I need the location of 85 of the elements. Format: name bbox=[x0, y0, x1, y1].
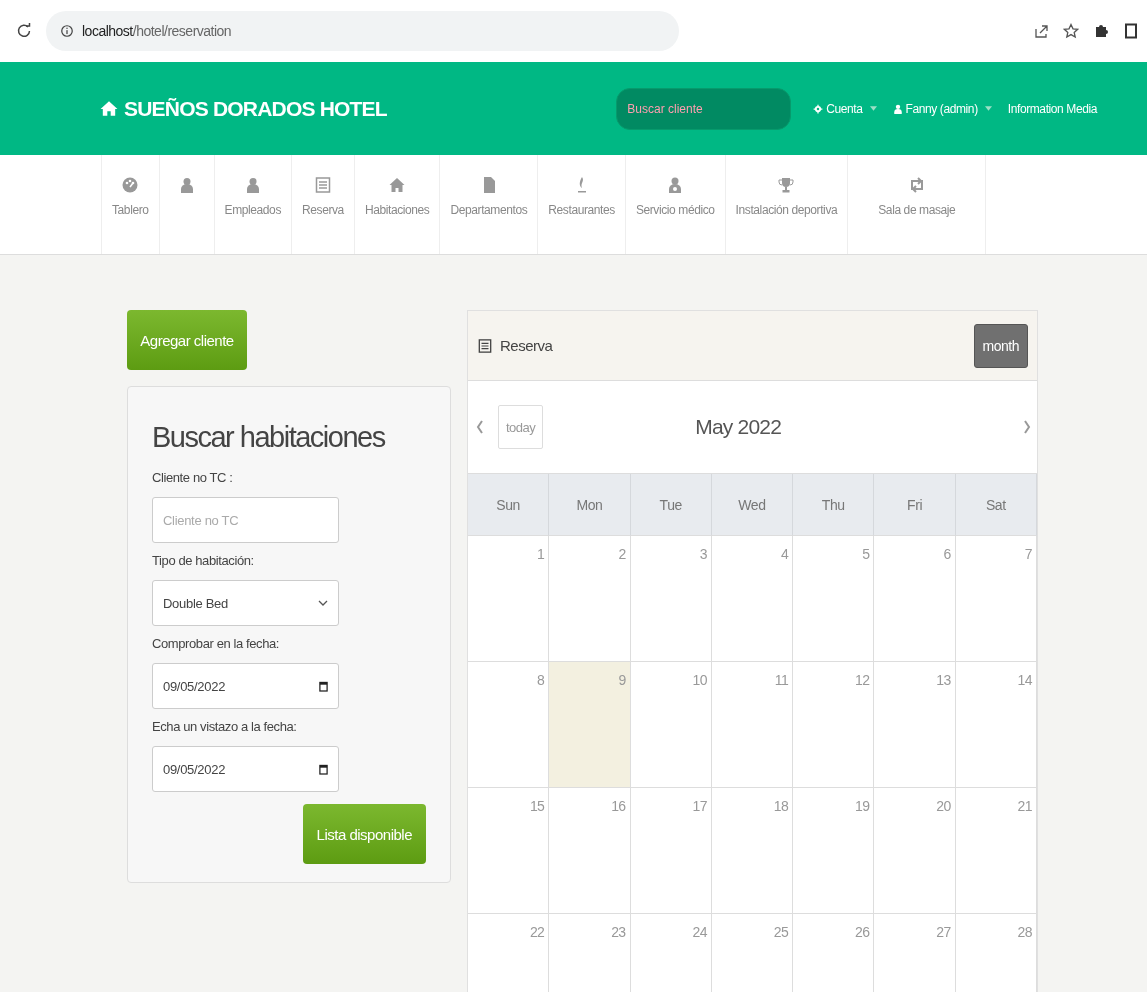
day-cell[interactable]: 16 bbox=[549, 788, 631, 914]
search-field[interactable]: Buscar cliente bbox=[616, 87, 792, 130]
input-field[interactable]: Cliente no TC bbox=[152, 497, 339, 543]
user-icon bbox=[178, 177, 195, 193]
date-field[interactable]: 09/05/2022 bbox=[152, 663, 339, 709]
day-cell[interactable]: 27 bbox=[874, 914, 956, 992]
panel-title: Reserva bbox=[500, 337, 553, 354]
puzzle-icon[interactable] bbox=[1093, 23, 1109, 39]
user-icon bbox=[892, 103, 903, 114]
day-cell[interactable]: 7 bbox=[955, 536, 1037, 662]
home-icon bbox=[389, 177, 406, 193]
header-menu-link[interactable]: Information Media bbox=[1007, 101, 1097, 116]
user-icon bbox=[244, 177, 261, 193]
day-cell[interactable]: 25 bbox=[711, 914, 794, 992]
day-cell[interactable]: 18 bbox=[711, 788, 794, 914]
list-icon bbox=[478, 338, 492, 353]
retweet-icon bbox=[908, 177, 925, 193]
weekday-header: Sat bbox=[955, 474, 1037, 536]
weekday-header: Sun bbox=[468, 474, 550, 536]
day-cell[interactable]: 10 bbox=[630, 662, 712, 788]
day-cell[interactable]: 14 bbox=[955, 662, 1037, 788]
dashboard-icon bbox=[122, 177, 139, 193]
day-cell[interactable]: 24 bbox=[630, 914, 712, 992]
month-title: May 2022 bbox=[694, 415, 783, 439]
date-field[interactable]: 09/05/2022 bbox=[152, 746, 339, 792]
url-text: localhost/hotel/reservation bbox=[82, 23, 232, 39]
day-cell[interactable]: 17 bbox=[630, 788, 712, 914]
nav-item[interactable]: Servicio médico bbox=[624, 155, 725, 254]
day-cell[interactable]: 20 bbox=[874, 788, 956, 914]
submit-button[interactable]: Lista disponible bbox=[302, 804, 426, 864]
chevron-left-icon[interactable] bbox=[476, 419, 484, 435]
month-view-button[interactable]: month bbox=[973, 323, 1028, 368]
info-icon[interactable] bbox=[60, 24, 74, 38]
trophy-icon bbox=[778, 177, 795, 193]
day-cell[interactable]: 23 bbox=[549, 914, 631, 992]
list-icon bbox=[314, 177, 331, 193]
chevron-right-icon[interactable] bbox=[1023, 419, 1031, 435]
weekday-header: Fri bbox=[874, 474, 956, 536]
nav-item[interactable]: Reserva bbox=[291, 155, 354, 254]
reload-icon[interactable] bbox=[16, 23, 32, 39]
chevron-down-icon bbox=[318, 600, 328, 606]
field-label: Tipo de habitación: bbox=[152, 553, 255, 568]
nav-item[interactable]: Habitaciones bbox=[353, 155, 440, 254]
day-cell[interactable]: 22 bbox=[468, 914, 550, 992]
day-cell[interactable]: 5 bbox=[793, 536, 875, 662]
field-label: Comprobar en la fecha: bbox=[152, 636, 281, 651]
today-button[interactable]: today bbox=[498, 405, 544, 449]
form-title: Buscar habitaciones bbox=[152, 421, 387, 454]
home-icon bbox=[100, 99, 118, 118]
sidebar-icon[interactable] bbox=[1123, 23, 1139, 39]
day-cell[interactable]: 15 bbox=[468, 788, 550, 914]
day-cell[interactable]: 11 bbox=[711, 662, 794, 788]
share-icon[interactable] bbox=[1033, 23, 1049, 39]
day-cell[interactable]: 6 bbox=[874, 536, 956, 662]
header-menu-link[interactable]: Fanny (admin) bbox=[892, 101, 992, 116]
day-cell[interactable]: 26 bbox=[793, 914, 875, 992]
add-client-button[interactable]: Agregar cliente bbox=[127, 310, 247, 370]
field-label: Cliente no TC : bbox=[152, 470, 234, 485]
nav-item[interactable]: Sala de masaje bbox=[847, 155, 987, 254]
day-cell[interactable]: 21 bbox=[955, 788, 1037, 914]
weekday-header: Wed bbox=[711, 474, 794, 536]
star-icon[interactable] bbox=[1063, 23, 1079, 39]
weekday-header: Thu bbox=[793, 474, 875, 536]
day-cell[interactable]: 1 bbox=[468, 536, 550, 662]
nav-item[interactable]: Restaurantes bbox=[537, 155, 625, 254]
nav-item[interactable]: Empleados bbox=[213, 155, 291, 254]
calendar-icon bbox=[319, 763, 328, 775]
header-menu-link[interactable]: Cuenta bbox=[813, 101, 877, 116]
select-field[interactable]: Double Bed bbox=[152, 580, 339, 626]
day-cell[interactable]: 28 bbox=[955, 914, 1037, 992]
calendar-icon bbox=[319, 680, 328, 692]
nav-item[interactable]: Tablero bbox=[101, 155, 159, 254]
nav-item[interactable]: Departamentos bbox=[439, 155, 538, 254]
day-cell[interactable]: 19 bbox=[793, 788, 875, 914]
day-cell[interactable]: 9 bbox=[549, 662, 631, 788]
day-cell[interactable]: 4 bbox=[711, 536, 794, 662]
nav-item[interactable]: Instalación deportiva bbox=[724, 155, 848, 254]
field-label: Echa un vistazo a la fecha: bbox=[152, 719, 298, 734]
weekday-header: Mon bbox=[549, 474, 631, 536]
weekday-header: Tue bbox=[630, 474, 712, 536]
day-cell[interactable]: 12 bbox=[793, 662, 875, 788]
address-bar[interactable]: localhost/hotel/reservation bbox=[46, 11, 679, 51]
day-cell[interactable]: 3 bbox=[630, 536, 712, 662]
day-cell[interactable]: 13 bbox=[874, 662, 956, 788]
hotel-brand[interactable]: SUEÑOS DORADOS HOTEL bbox=[100, 96, 387, 121]
